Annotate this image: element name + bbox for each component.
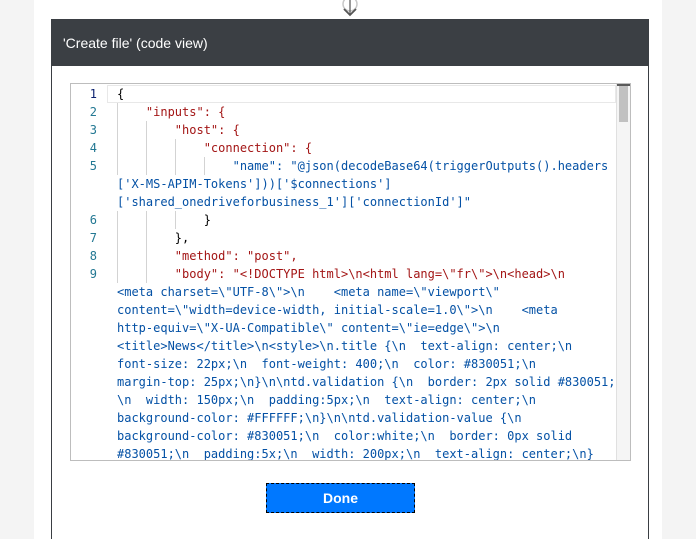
line-number: [71, 355, 107, 373]
line-number: 1: [89, 87, 97, 101]
line-number: 8: [89, 249, 97, 263]
code-text: ['X-MS-APIM-Tokens']))['$connections']: [117, 177, 392, 191]
code-text: "host": {: [117, 123, 240, 137]
code-line[interactable]: 9 "body": "<!DOCTYPE html>\n<html lang=\…: [71, 265, 616, 283]
line-number: 4: [89, 141, 97, 155]
code-lines[interactable]: 1 { 2 "inputs": { 3 "host": { 4 "connect…: [71, 84, 616, 460]
line-number: 3: [89, 123, 97, 137]
code-line[interactable]: #830051;\n padding:5x;\n width: 200px;\n…: [71, 445, 616, 461]
done-button[interactable]: Done: [266, 483, 415, 513]
code-line[interactable]: background-color: #830051;\n color:white…: [71, 427, 616, 445]
line-number: [71, 337, 107, 355]
dialog-title: 'Create file' (code view): [63, 35, 208, 51]
code-text: "name": "@json(decodeBase64(triggerOutpu…: [117, 159, 609, 173]
connector-arrow-icon: [342, 0, 358, 17]
code-text: content=\"width=device-width, initial-sc…: [117, 303, 558, 317]
code-editor[interactable]: 1 { 2 "inputs": { 3 "host": { 4 "connect…: [70, 83, 631, 461]
code-line[interactable]: 2 "inputs": {: [71, 103, 616, 121]
code-line[interactable]: font-size: 22px;\n font-weight: 400;\n c…: [71, 355, 616, 373]
line-number: [71, 319, 107, 337]
code-line[interactable]: background-color: #FFFFFF;\n}\n\ntd.vali…: [71, 409, 616, 427]
code-text: <title>News</title>\n<style>\n.title {\n…: [117, 339, 573, 353]
code-line[interactable]: 5 "name": "@json(decodeBase64(triggerOut…: [71, 157, 616, 175]
code-line[interactable]: 1 {: [71, 85, 616, 103]
code-text: background-color: #830051;\n color:white…: [117, 429, 573, 443]
code-text: },: [117, 231, 190, 245]
code-text: #830051;\n padding:5x;\n width: 200px;\n…: [117, 447, 594, 461]
line-number: [71, 373, 107, 391]
dialog-header: 'Create file' (code view): [52, 20, 648, 66]
line-number: 9: [89, 267, 97, 281]
code-line[interactable]: content=\"width=device-width, initial-sc…: [71, 301, 616, 319]
code-text: http-equiv=\"X-UA-Compatible\" content=\…: [117, 321, 500, 335]
line-number: [71, 445, 107, 460]
canvas-left-panel: [0, 0, 34, 539]
code-text: background-color: #FFFFFF;\n}\n\ntd.vali…: [117, 411, 522, 425]
line-number: [71, 409, 107, 427]
code-text: "method": "post",: [117, 249, 298, 263]
code-line[interactable]: margin-top: 25px;\n}\n\ntd.validation {\…: [71, 373, 616, 391]
line-number: [71, 283, 107, 301]
code-line[interactable]: http-equiv=\"X-UA-Compatible\" content=\…: [71, 319, 616, 337]
scrollbar-thumb[interactable]: [619, 86, 628, 122]
code-line[interactable]: \n width: 150px;\n padding:5px;\n text-a…: [71, 391, 616, 409]
code-line[interactable]: <meta charset=\"UTF-8\">\n <meta name=\"…: [71, 283, 616, 301]
line-number: [71, 391, 107, 409]
code-text: "body": "<!DOCTYPE html>\n<html lang=\"f…: [117, 267, 565, 281]
line-number: [71, 427, 107, 445]
code-line[interactable]: 6 }: [71, 211, 616, 229]
line-number: 6: [89, 213, 97, 227]
line-number: [71, 175, 107, 193]
code-text: ['shared_onedriveforbusiness_1']['connec…: [117, 195, 472, 209]
code-view-dialog: 'Create file' (code view) 1 { 2 "inputs"…: [51, 19, 649, 539]
code-text: <meta charset=\"UTF-8\">\n <meta name=\"…: [117, 285, 500, 299]
code-line[interactable]: <title>News</title>\n<style>\n.title {\n…: [71, 337, 616, 355]
canvas-right-panel: [662, 0, 696, 539]
code-text: font-size: 22px;\n font-weight: 400;\n c…: [117, 357, 537, 371]
code-line[interactable]: ['X-MS-APIM-Tokens']))['$connections']: [71, 175, 616, 193]
line-number: 5: [89, 159, 97, 173]
code-text: "inputs": {: [117, 105, 226, 119]
line-number: 2: [89, 105, 97, 119]
line-number: [71, 193, 107, 211]
code-text: margin-top: 25px;\n}\n\ntd.validation {\…: [117, 375, 616, 389]
code-text: }: [117, 213, 211, 227]
code-line[interactable]: ['shared_onedriveforbusiness_1']['connec…: [71, 193, 616, 211]
code-text: {: [117, 87, 125, 101]
code-text: \n width: 150px;\n padding:5px;\n text-a…: [117, 393, 537, 407]
line-number: 7: [89, 231, 97, 245]
code-line[interactable]: 7 },: [71, 229, 616, 247]
code-line[interactable]: 3 "host": {: [71, 121, 616, 139]
code-line[interactable]: 8 "method": "post",: [71, 247, 616, 265]
line-number: [71, 301, 107, 319]
code-line[interactable]: 4 "connection": {: [71, 139, 616, 157]
editor-scrollbar[interactable]: [616, 84, 630, 460]
